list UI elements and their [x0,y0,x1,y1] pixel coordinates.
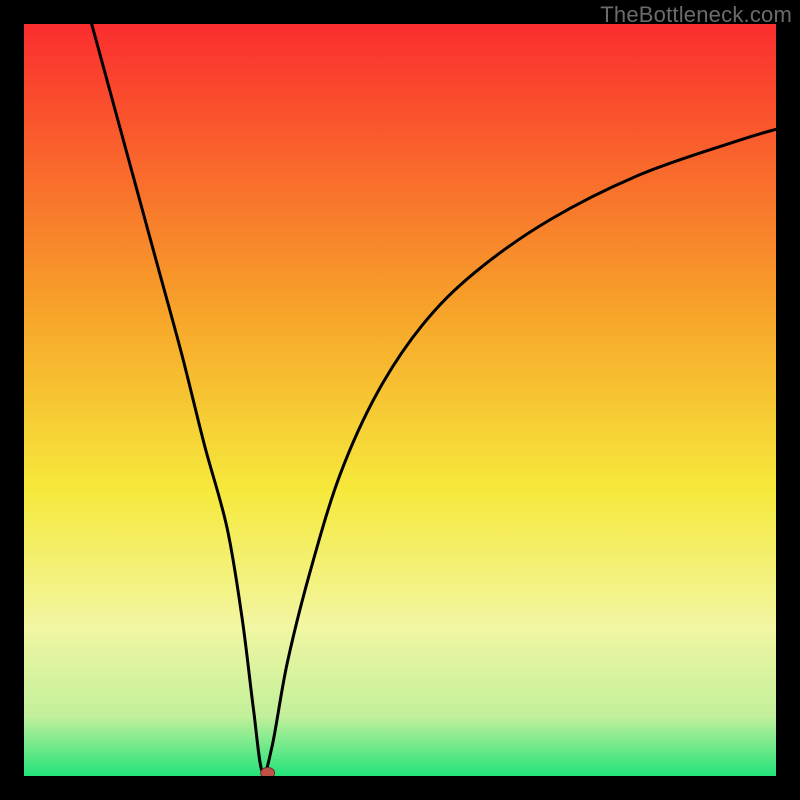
optimal-point-marker [261,767,275,776]
chart-svg [24,24,776,776]
chart-plot [24,24,776,776]
gradient-background [24,24,776,776]
chart-frame: TheBottleneck.com [0,0,800,800]
